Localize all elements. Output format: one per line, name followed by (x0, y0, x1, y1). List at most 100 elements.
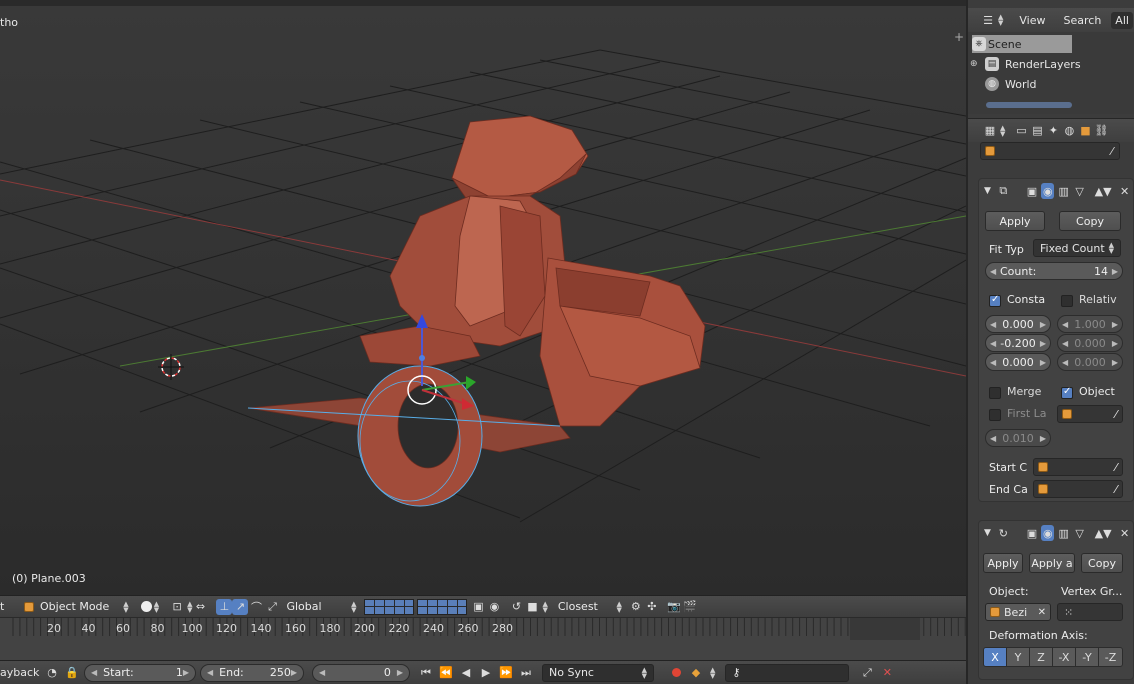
world-tab-icon[interactable]: ◍ (1061, 123, 1077, 139)
collapse-triangle-icon[interactable]: ▼ (981, 183, 994, 199)
jump-start-icon[interactable]: ⏮ (418, 665, 434, 681)
object-tab-icon[interactable]: ■ (1077, 123, 1093, 139)
outliner-menu-search[interactable]: Search (1064, 14, 1102, 27)
relative-offset-x[interactable]: ◀ 1.000 ▶ (1057, 315, 1123, 333)
record-icon[interactable] (668, 665, 684, 681)
eyedropper-icon[interactable]: ⁄ (1115, 461, 1117, 474)
outliner-item-renderlayers[interactable]: ⊕ ▤ RenderLayers (968, 54, 1134, 74)
timeline-ruler[interactable]: 20 40 60 80 100 120 140 160 180 200 220 240 260 280 (0, 617, 966, 660)
end-frame-field[interactable]: ◀ End: 250 ▶ (200, 663, 304, 682)
snap-element-select[interactable]: ■ ▲ ▼ (524, 598, 548, 616)
updown-arrows-icon[interactable]: ▲ ▼ (710, 666, 715, 679)
vertex-group-field[interactable]: ⁙ (1057, 603, 1123, 621)
collapse-triangle-icon[interactable]: ▼ (981, 525, 994, 541)
fit-type-select[interactable]: Fixed Count ▲ ▼ (1033, 239, 1121, 257)
mode-select[interactable]: Object Mode ▲ ▼ (20, 598, 133, 616)
keying-set-field[interactable]: ⚷ (725, 663, 850, 682)
outliner-display-select[interactable]: All (1111, 11, 1133, 29)
scooter-mesh[interactable] (247, 115, 706, 507)
play-icon[interactable]: ▶ (478, 665, 494, 681)
move-up-down-icon[interactable]: ▲▼ (1095, 525, 1112, 541)
pivot-point-select[interactable]: ⊡ ▲ ▼ (169, 598, 192, 616)
outliner-menu-view[interactable]: View (1019, 14, 1045, 27)
eyedropper-icon[interactable]: ⁄ (1111, 145, 1113, 158)
eyedropper-icon[interactable]: ⁄ (1115, 483, 1117, 496)
axis-z-button[interactable]: Z (1029, 647, 1053, 667)
updown-arrows-icon[interactable]: ▲ ▼ (1000, 124, 1005, 137)
sync-select[interactable]: No Sync ▲ ▼ (542, 663, 654, 682)
constant-offset-z[interactable]: ◀ 0.000 ▶ (985, 353, 1051, 371)
count-field[interactable]: ◀ Count: 14 ▶ (985, 262, 1123, 280)
clear-icon[interactable]: ✕ (1038, 607, 1046, 618)
name-field-stub[interactable] (1013, 525, 1023, 541)
outliner-tree[interactable]: ⎈ Scene ⊕ ▤ RenderLayers ◍ World (968, 32, 1134, 114)
start-frame-field[interactable]: ◀ Start: 1 ▶ (84, 663, 196, 682)
lock-layers-icon[interactable]: ▣ (470, 599, 486, 615)
keyframe-type-icon[interactable]: ◆ (688, 665, 704, 681)
offset-object-field[interactable]: ⁄ (1057, 405, 1123, 423)
outliner-scrollbar[interactable] (986, 102, 1072, 108)
object-offset-checkbox[interactable] (1061, 386, 1073, 399)
snap-target-select[interactable]: Closest ▲ ▼ (558, 598, 622, 616)
properties-editor-icon[interactable]: ▦ (982, 123, 998, 139)
scale-icon[interactable]: ⤢ (264, 599, 280, 615)
merge-distance-field[interactable]: ◀ 0.010 ▶ (985, 429, 1051, 447)
eyedropper-icon[interactable]: ⁄ (1115, 408, 1117, 421)
render-layer-tab-icon[interactable]: ▤ (1029, 123, 1045, 139)
editmode-toggle-icon[interactable]: ▣ (1025, 183, 1038, 199)
axis-y-button[interactable]: Y (1006, 647, 1030, 667)
play-reverse-icon[interactable]: ◀ (458, 665, 474, 681)
constant-offset-x[interactable]: ◀ 0.000 ▶ (985, 315, 1051, 333)
cage-toggle-icon[interactable]: ▽ (1073, 183, 1086, 199)
object-context-field[interactable]: ⁄ (980, 142, 1120, 160)
end-cap-field[interactable]: ⁄ (1033, 480, 1123, 498)
first-last-checkbox[interactable] (989, 409, 1001, 421)
apply-button[interactable]: Apply (985, 211, 1045, 231)
3d-cursor-icon[interactable] (158, 354, 184, 380)
current-frame-field[interactable]: ◀ 0 ▶ (312, 663, 410, 682)
constant-offset-y[interactable]: ◀ -0.200 ▶ (985, 334, 1051, 352)
merge-checkbox[interactable] (989, 387, 1001, 399)
render-tab-icon[interactable]: ▭ (1013, 123, 1029, 139)
lock-icon[interactable]: 🔒 (64, 665, 80, 681)
copy-button[interactable]: Copy (1081, 553, 1123, 573)
rotate-icon[interactable]: ⌒ (248, 599, 264, 615)
falloff-icon[interactable]: ↺ (508, 599, 524, 615)
updown-arrows-icon[interactable]: ▲ ▼ (998, 14, 1003, 27)
relative-offset-y[interactable]: ◀ 0.000 ▶ (1057, 334, 1123, 352)
realtime-toggle-icon[interactable]: ▥ (1057, 525, 1070, 541)
expand-icon[interactable]: ⊕ (970, 59, 978, 69)
outliner-editor-icon[interactable]: ☰ (980, 12, 996, 28)
plus-icon[interactable]: + (954, 30, 964, 44)
layer-grid-right[interactable] (417, 598, 468, 615)
render-animation-icon[interactable]: 🎬 (682, 599, 698, 615)
editmode-toggle-icon[interactable]: ▣ (1025, 525, 1038, 541)
axis-x-button[interactable]: X (983, 647, 1007, 667)
delete-keyframe-icon[interactable]: ✕ (879, 665, 895, 681)
constraints-tab-icon[interactable]: ⛓ (1093, 123, 1109, 139)
align-icon[interactable]: ⇔ (192, 599, 208, 615)
close-icon[interactable]: ✕ (1118, 525, 1131, 541)
apply-button[interactable]: Apply (983, 553, 1023, 573)
viewport-shading-select[interactable]: ▲ ▼ (140, 598, 159, 616)
next-keyframe-icon[interactable]: ⏩ (498, 665, 514, 681)
3d-viewport[interactable]: tho + (0) Plane.003 (0, 0, 966, 595)
render-toggle-icon[interactable]: ◉ (1041, 183, 1055, 199)
realtime-toggle-icon[interactable]: ▥ (1057, 183, 1070, 199)
insert-keyframe-icon[interactable]: ⤢ (859, 665, 875, 681)
render-toggle-icon[interactable]: ◉ (1041, 525, 1055, 541)
move-up-down-icon[interactable]: ▲▼ (1095, 183, 1112, 199)
relative-offset-z[interactable]: ◀ 0.000 ▶ (1057, 353, 1123, 371)
snap-project-icon[interactable]: ✣ (644, 599, 660, 615)
constant-offset-checkbox[interactable] (989, 294, 1001, 307)
translate-icon[interactable]: ↗ (232, 598, 249, 615)
playback-menu[interactable]: ayback (0, 666, 40, 679)
scene-tab-icon[interactable]: ✦ (1045, 123, 1061, 139)
proportional-edit-icon[interactable]: ◉ (486, 599, 502, 615)
orientation-select[interactable]: Global ▲ ▼ (286, 598, 356, 616)
view-menu-partial[interactable]: t (0, 600, 10, 613)
copy-button[interactable]: Copy (1059, 211, 1121, 231)
axis-neg-z-button[interactable]: -Z (1098, 647, 1123, 667)
axis-neg-x-button[interactable]: -X (1052, 647, 1076, 667)
relative-offset-checkbox[interactable] (1061, 295, 1073, 307)
